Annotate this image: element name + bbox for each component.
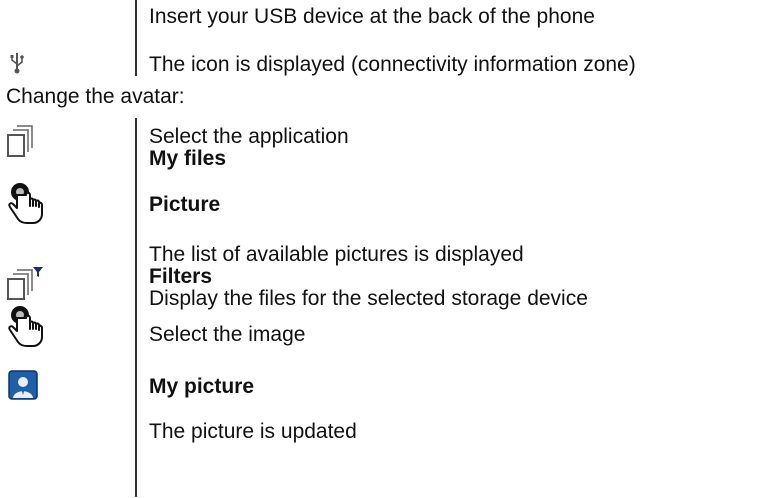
step-select-image: Select the image — [149, 323, 306, 346]
step-select-application: Select the application — [149, 125, 349, 148]
step-list-displayed: The list of available pictures is displa… — [149, 243, 524, 266]
tap-hand-icon — [8, 306, 43, 347]
tap-hand-icon — [8, 183, 43, 224]
label-my-files: My files — [149, 147, 227, 170]
label-my-picture: My picture — [149, 375, 255, 398]
step-picture-updated: The picture is updated — [149, 420, 357, 443]
files-filter-icon — [7, 267, 43, 300]
divider-line-main — [135, 118, 137, 497]
files-icon — [7, 125, 33, 157]
label-filters: Filters — [149, 265, 213, 288]
step-icon-displayed: The icon is displayed (connectivity info… — [149, 53, 636, 76]
section-heading: Change the avatar: — [6, 85, 185, 108]
avatar-picture-icon — [8, 370, 38, 400]
label-picture: Picture — [149, 193, 221, 216]
divider-line-top — [135, 0, 137, 76]
step-insert-usb: Insert your USB device at the back of th… — [149, 5, 595, 28]
step-display-files: Display the files for the selected stora… — [149, 287, 588, 310]
usb-icon — [10, 53, 24, 74]
